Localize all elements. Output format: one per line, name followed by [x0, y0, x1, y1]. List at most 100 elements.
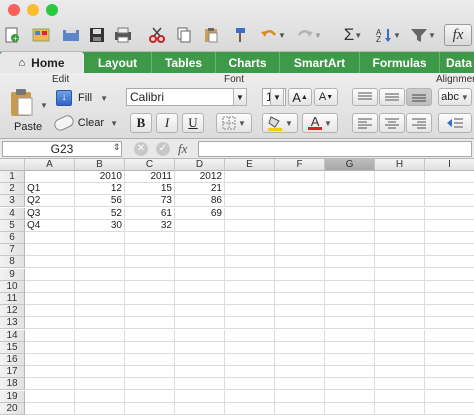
cell-a17[interactable] — [25, 366, 75, 378]
cell-b15[interactable] — [75, 342, 125, 354]
cell-a13[interactable] — [25, 317, 75, 329]
cell-e19[interactable] — [225, 391, 275, 403]
row-header-12[interactable]: 12 — [0, 305, 25, 317]
cell-e14[interactable] — [225, 330, 275, 342]
cell-i6[interactable] — [425, 232, 474, 244]
cell-e1[interactable] — [225, 171, 275, 183]
cell-f7[interactable] — [275, 244, 325, 256]
cell-a2[interactable]: Q1 — [25, 183, 75, 195]
new-sheet-icon[interactable]: + — [3, 24, 21, 46]
cell-e17[interactable] — [225, 366, 275, 378]
cell-g12[interactable] — [325, 305, 375, 317]
row-header-20[interactable]: 20 — [0, 403, 25, 415]
cell-g10[interactable] — [325, 281, 375, 293]
cell-f8[interactable] — [275, 256, 325, 268]
cell-a8[interactable] — [25, 256, 75, 268]
grow-font-button[interactable]: A ▲ — [288, 88, 312, 106]
cell-f5[interactable] — [275, 220, 325, 232]
cell-h7[interactable] — [375, 244, 425, 256]
name-box-stepper-icon[interactable]: ⇕ — [113, 142, 121, 153]
cell-b16[interactable] — [75, 354, 125, 366]
cell-e4[interactable] — [225, 208, 275, 220]
cell-c10[interactable] — [125, 281, 175, 293]
tab-smartart[interactable]: SmartArt — [280, 52, 360, 73]
copy-icon[interactable] — [173, 24, 195, 46]
cell-f19[interactable] — [275, 391, 325, 403]
borders-button[interactable]: ▼ — [216, 113, 252, 133]
filter-icon[interactable]: ▼ — [408, 24, 438, 46]
cell-b20[interactable] — [75, 403, 125, 415]
cell-g20[interactable] — [325, 403, 375, 415]
insert-function-icon[interactable]: fx — [178, 141, 187, 157]
open-icon[interactable] — [60, 24, 82, 46]
bold-button[interactable]: B — [130, 113, 152, 133]
minimize-window-icon[interactable] — [27, 4, 39, 16]
italic-button[interactable]: I — [156, 113, 178, 133]
cell-i11[interactable] — [425, 293, 474, 305]
cell-b14[interactable] — [75, 330, 125, 342]
close-window-icon[interactable] — [8, 4, 20, 16]
cell-f10[interactable] — [275, 281, 325, 293]
cell-c14[interactable] — [125, 330, 175, 342]
cell-e3[interactable] — [225, 195, 275, 207]
cell-a15[interactable] — [25, 342, 75, 354]
confirm-formula-icon[interactable]: ✓ — [156, 142, 170, 156]
cell-b7[interactable] — [75, 244, 125, 256]
cell-i5[interactable] — [425, 220, 474, 232]
cell-a6[interactable] — [25, 232, 75, 244]
cell-c13[interactable] — [125, 317, 175, 329]
cell-i10[interactable] — [425, 281, 474, 293]
cell-d3[interactable]: 86 — [175, 195, 225, 207]
row-header-6[interactable]: 6 — [0, 232, 25, 244]
cell-i7[interactable] — [425, 244, 474, 256]
row-header-9[interactable]: 9 — [0, 269, 25, 281]
cell-d18[interactable] — [175, 378, 225, 390]
cell-d4[interactable]: 69 — [175, 208, 225, 220]
cell-d20[interactable] — [175, 403, 225, 415]
cell-a1[interactable] — [25, 171, 75, 183]
cell-a5[interactable]: Q4 — [25, 220, 75, 232]
cell-d13[interactable] — [175, 317, 225, 329]
cell-d9[interactable] — [175, 269, 225, 281]
cell-d10[interactable] — [175, 281, 225, 293]
column-header-f[interactable]: F — [275, 159, 325, 171]
cell-a16[interactable] — [25, 354, 75, 366]
cell-h11[interactable] — [375, 293, 425, 305]
cell-g5[interactable] — [325, 220, 375, 232]
row-header-2[interactable]: 2 — [0, 183, 25, 195]
cell-h2[interactable] — [375, 183, 425, 195]
cell-c6[interactable] — [125, 232, 175, 244]
underline-button[interactable]: U — [182, 113, 204, 133]
cell-d6[interactable] — [175, 232, 225, 244]
font-size-dropdown[interactable]: ▼ — [270, 88, 284, 106]
cell-f17[interactable] — [275, 366, 325, 378]
cell-c12[interactable] — [125, 305, 175, 317]
cell-a7[interactable] — [25, 244, 75, 256]
cell-a3[interactable]: Q2 — [25, 195, 75, 207]
function-icon[interactable]: fx — [444, 24, 472, 46]
cell-f3[interactable] — [275, 195, 325, 207]
cell-g8[interactable] — [325, 256, 375, 268]
cell-e10[interactable] — [225, 281, 275, 293]
cell-g3[interactable] — [325, 195, 375, 207]
cell-c3[interactable]: 73 — [125, 195, 175, 207]
decrease-indent-button[interactable] — [438, 113, 472, 133]
cell-i12[interactable] — [425, 305, 474, 317]
cell-d14[interactable] — [175, 330, 225, 342]
cell-i19[interactable] — [425, 391, 474, 403]
cell-h6[interactable] — [375, 232, 425, 244]
column-header-g[interactable]: G — [325, 159, 375, 171]
cell-h10[interactable] — [375, 281, 425, 293]
cut-icon[interactable] — [146, 24, 168, 46]
shrink-font-button[interactable]: A ▼ — [314, 88, 338, 106]
name-box[interactable]: G23 — [2, 141, 122, 157]
cell-g16[interactable] — [325, 354, 375, 366]
cell-g17[interactable] — [325, 366, 375, 378]
font-color-button[interactable]: A ▼ — [302, 113, 338, 133]
cell-h12[interactable] — [375, 305, 425, 317]
cell-a20[interactable] — [25, 403, 75, 415]
cell-d12[interactable] — [175, 305, 225, 317]
paste-icon[interactable] — [200, 24, 222, 46]
cell-i13[interactable] — [425, 317, 474, 329]
cell-g13[interactable] — [325, 317, 375, 329]
